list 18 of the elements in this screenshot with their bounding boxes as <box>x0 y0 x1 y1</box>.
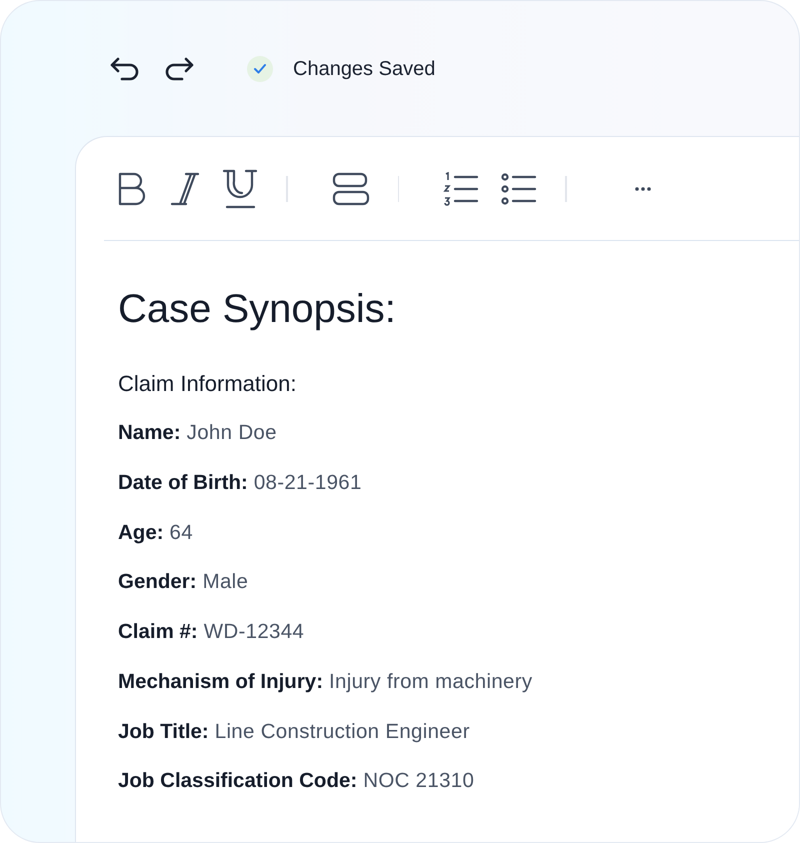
field-line: Date of Birth: 08-21-1961 <box>118 470 363 496</box>
field-line: Job Title: Line Construction Engineer <box>118 718 471 744</box>
field-line: Claim #: WD-12344 <box>118 619 306 645</box>
block-icon[interactable] <box>332 172 370 206</box>
field-line: Name: John Doe <box>118 420 278 446</box>
field-line: Gender: Male <box>118 569 250 596</box>
underline-icon[interactable] <box>222 168 258 208</box>
numbered-list-icon[interactable] <box>443 172 479 206</box>
document-title: Case Synopsis: <box>118 286 397 333</box>
field-line: Job Classification Code: NOC 21310 <box>118 768 476 794</box>
bold-icon[interactable] <box>118 172 148 206</box>
section-heading: Claim Information: <box>118 370 298 398</box>
status-text: Changes Saved <box>293 56 436 82</box>
italic-icon[interactable] <box>170 172 200 206</box>
more-icon[interactable] <box>634 186 650 190</box>
field-line: Age: 64 <box>118 520 194 546</box>
bullet-list-icon[interactable] <box>501 172 537 206</box>
field-line: Mechanism of Injury: Injury from machinery <box>118 668 534 695</box>
